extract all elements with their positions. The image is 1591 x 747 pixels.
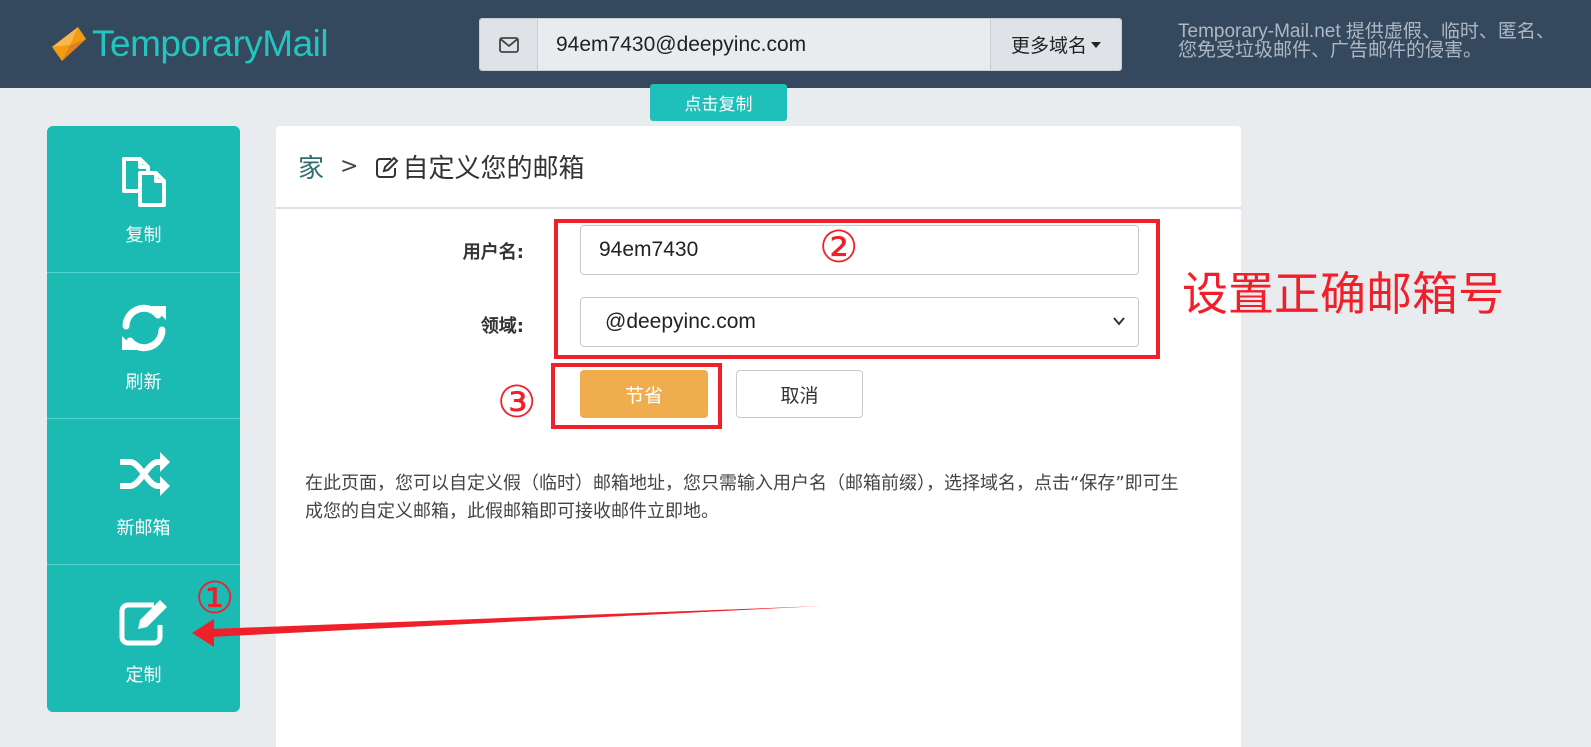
site-tagline: Temporary-Mail.net 提供虚假、临时、匿名、 您免受垃圾邮件、广… — [1178, 22, 1591, 60]
annotation-step-2: ② — [819, 222, 859, 273]
caret-down-icon — [1091, 41, 1101, 48]
email-address-field[interactable]: 94em7430@deepyinc.com — [538, 19, 990, 70]
sidebar: 复制 刷新 新邮箱 定制 — [47, 126, 240, 712]
sidebar-item-label: 新邮箱 — [116, 517, 171, 539]
cancel-button[interactable]: 取消 — [736, 370, 863, 418]
breadcrumb: 家 > 自定义您的邮箱 — [276, 126, 1241, 209]
site-logo[interactable]: TemporaryMail — [48, 22, 329, 66]
sidebar-item-new-mailbox[interactable]: 新邮箱 — [47, 418, 240, 564]
annotation-step-3: ③ — [497, 377, 537, 428]
page-description: 在此页面，您可以自定义假（临时）邮箱地址，您只需输入用户名（邮箱前缀），选择域名… — [305, 473, 1179, 522]
annotation-box-save — [551, 363, 722, 429]
shuffle-icon — [119, 451, 170, 496]
breadcrumb-separator: > — [340, 154, 359, 179]
click-to-copy-button[interactable]: 点击复制 — [650, 84, 787, 121]
more-domains-label: 更多域名 — [1010, 35, 1087, 57]
sidebar-item-label: 复制 — [125, 225, 162, 246]
username-label: 用户名: — [462, 242, 524, 263]
top-header: TemporaryMail 94em7430@deepyinc.com 更多域名… — [0, 0, 1591, 88]
refresh-icon — [121, 304, 166, 351]
email-address-box: 94em7430@deepyinc.com 更多域名 — [479, 18, 1122, 71]
envelope-icon — [480, 19, 538, 70]
breadcrumb-current: 自定义您的邮箱 — [402, 154, 585, 184]
domain-label: 领域: — [480, 316, 524, 337]
logo-text: TemporaryMail — [92, 23, 329, 64]
sidebar-item-refresh[interactable]: 刷新 — [47, 272, 240, 418]
sidebar-item-copy[interactable]: 复制 — [47, 126, 240, 272]
sidebar-item-label: 定制 — [125, 664, 162, 686]
annotation-step-1: ① — [195, 573, 235, 624]
tagline-line-2: 您免受垃圾邮件、广告邮件的侵害。 — [1178, 40, 1483, 60]
logo-envelope-icon — [52, 27, 86, 61]
edit-icon — [376, 156, 399, 178]
more-domains-button[interactable]: 更多域名 — [990, 19, 1121, 70]
sidebar-item-label: 刷新 — [125, 371, 162, 393]
breadcrumb-home-link[interactable]: 家 — [298, 148, 324, 185]
tagline-line-1: Temporary-Mail.net 提供虚假、临时、匿名、 — [1178, 22, 1555, 42]
annotation-note: 设置正确邮箱号 — [1182, 267, 1504, 321]
edit-icon — [119, 599, 167, 645]
copy-icon — [121, 157, 166, 207]
